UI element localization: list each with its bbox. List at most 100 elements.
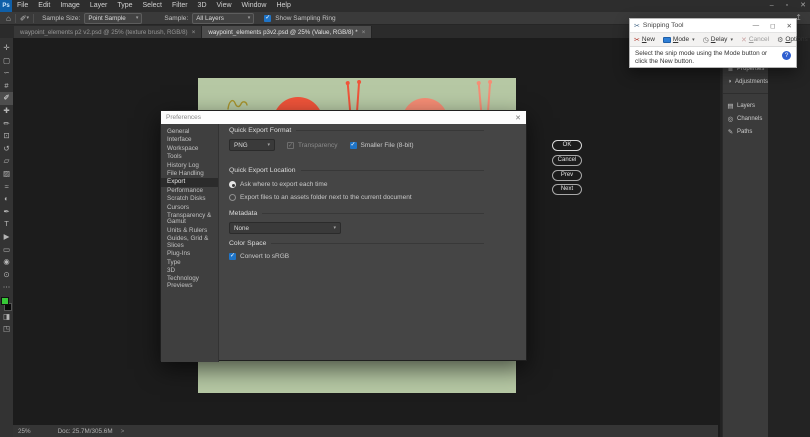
pen-tool[interactable]: ✒ [0,206,13,219]
snipping-title-bar[interactable]: ✂ Snipping Tool — ◻ ✕ [630,19,796,32]
prefs-nav-guides-grid-slices[interactable]: Guides, Grid & Slices [161,235,218,250]
prefs-nav-performance[interactable]: Performance [161,187,218,195]
ok-button[interactable]: OK [552,140,582,151]
chevron-down-icon: ▾ [333,225,336,231]
shape-tool[interactable]: ▭ [0,244,13,257]
maximize-icon[interactable]: ◻ [770,22,775,30]
zoom-level[interactable]: 25% [18,428,31,435]
zoom-tool[interactable]: ⊙ [0,269,13,282]
cancel-button[interactable]: Cancel [552,155,582,166]
crop-tool[interactable]: # [0,80,13,93]
delay-button[interactable]: ◷ Delay ▾ [703,36,733,44]
lasso-tool[interactable]: ∽ [0,67,13,80]
cancel-x-icon: ✕ [741,36,747,44]
chevron-down-icon[interactable]: ▾ [27,15,30,21]
path-selection-tool[interactable]: ▶ [0,231,13,244]
eyedropper-preset-icon[interactable]: ✐ [20,12,27,25]
rectangular-marquee-tool[interactable]: ▢ [0,55,13,68]
menu-view[interactable]: View [212,0,237,12]
ask-where-to-export-radio[interactable] [229,181,236,188]
prefs-nav-tools[interactable]: Tools [161,153,218,161]
menu-3d[interactable]: 3D [193,0,212,12]
cancel-button: ✕ Cancel [741,36,769,44]
convert-to-srgb-checkbox[interactable] [229,253,236,260]
clock-icon: ◷ [703,36,709,44]
sample-size-select[interactable]: Point Sample ▾ [84,13,142,24]
help-icon[interactable]: ? [782,51,791,60]
menu-help[interactable]: Help [271,0,295,12]
prefs-nav-type[interactable]: Type [161,259,218,267]
edit-toolbar-icon[interactable]: ⋯ [0,281,13,294]
menu-image[interactable]: Image [55,0,84,12]
smudge-tool[interactable]: ≈ [0,181,13,194]
status-bar: 25% Doc: 25.7M/305.6M > [13,425,718,437]
prefs-nav-scratch-disks[interactable]: Scratch Disks [161,195,218,203]
prefs-nav-history-log[interactable]: History Log [161,162,218,170]
prefs-nav-cursors[interactable]: Cursors [161,204,218,212]
color-space-heading: Color Space [229,240,484,247]
prefs-nav-units-rulers[interactable]: Units & Rulers [161,227,218,235]
close-icon[interactable]: ✕ [787,22,792,30]
restore-icon[interactable]: ▫ [786,0,788,11]
prefs-nav-file-handling[interactable]: File Handling [161,170,218,178]
tab-waypoint-elements-p2[interactable]: waypoint_elements p2 v2.psd @ 25% (textu… [14,26,202,38]
options-button[interactable]: ⚙ Options [777,36,808,44]
panel-tab-layers[interactable]: ▤ Layers [723,99,768,112]
dialog-title-bar[interactable]: Preferences ✕ [161,111,526,124]
spot-healing-tool[interactable]: ✚ [0,105,13,118]
close-tab-icon[interactable]: × [362,29,366,36]
home-icon[interactable]: ⌂ [6,12,11,25]
close-icon[interactable]: ✕ [800,0,806,11]
prefs-nav-interface[interactable]: Interface [161,136,218,144]
snipping-tool-window: ✂ Snipping Tool — ◻ ✕ ✂ New Mode ▾ ◷ Del… [629,18,797,68]
clone-stamp-tool[interactable]: ⊡ [0,130,13,143]
mode-button[interactable]: Mode ▾ [663,36,695,43]
next-button[interactable]: Next [552,184,582,195]
dodge-tool[interactable]: ◐ [0,193,13,206]
history-brush-tool[interactable]: ↺ [0,143,13,156]
prefs-nav-plug-ins[interactable]: Plug-Ins [161,250,218,258]
metadata-select[interactable]: None ▾ [229,222,341,234]
foreground-color-swatch[interactable] [1,297,9,305]
menu-select[interactable]: Select [138,0,167,12]
tab-waypoint-elements-p3[interactable]: waypoint_elements p3v2.psd @ 25% (Value,… [202,26,372,38]
panel-label: Paths [737,129,752,135]
new-snip-button[interactable]: ✂ New [634,36,655,44]
close-icon[interactable]: ✕ [515,114,521,122]
menu-file[interactable]: File [12,0,33,12]
menu-edit[interactable]: Edit [33,0,55,12]
eraser-tool[interactable]: ▱ [0,155,13,168]
export-format-select[interactable]: PNG ▾ [229,139,275,151]
move-tool[interactable]: ✛ [0,42,13,55]
prefs-nav-transparency-gamut[interactable]: Transparency & Gamut [161,212,218,227]
prefs-nav-workspace[interactable]: Workspace [161,145,218,153]
prefs-nav-general[interactable]: General [161,128,218,136]
menu-window[interactable]: Window [237,0,272,12]
hand-tool[interactable]: ◉ [0,256,13,269]
panel-tab-channels[interactable]: ◎ Channels [723,112,768,125]
smaller-file-checkbox[interactable] [350,142,357,149]
prefs-nav-technology-previews[interactable]: Technology Previews [161,275,218,290]
screen-mode-icon[interactable]: ◳ [0,323,13,336]
prefs-nav-3d[interactable]: 3D [161,267,218,275]
gradient-tool[interactable]: ▨ [0,168,13,181]
type-tool[interactable]: T [0,218,13,231]
export-to-assets-folder-radio[interactable] [229,194,236,201]
brush-tool[interactable]: ✏ [0,118,13,131]
status-options-arrow-icon[interactable]: > [121,428,125,435]
prev-button[interactable]: Prev [552,170,582,181]
photoshop-window: Ps File Edit Image Layer Type Select Fil… [0,0,810,437]
panel-tab-adjustments[interactable]: ◑ Adjustments [723,75,768,88]
menu-type[interactable]: Type [112,0,137,12]
panel-tab-paths[interactable]: ✎ Paths [723,125,768,138]
sample-select[interactable]: All Layers ▾ [192,13,254,24]
menu-filter[interactable]: Filter [167,0,193,12]
minimize-icon[interactable]: – [770,0,774,11]
quick-mask-icon[interactable]: ◨ [0,311,13,324]
eyedropper-tool[interactable]: ✐ [0,92,13,105]
show-sampling-ring-checkbox[interactable] [264,15,271,22]
menu-layer[interactable]: Layer [85,0,113,12]
prefs-nav-export[interactable]: Export [161,178,218,186]
minimize-icon[interactable]: — [753,22,760,29]
close-tab-icon[interactable]: × [192,29,196,36]
